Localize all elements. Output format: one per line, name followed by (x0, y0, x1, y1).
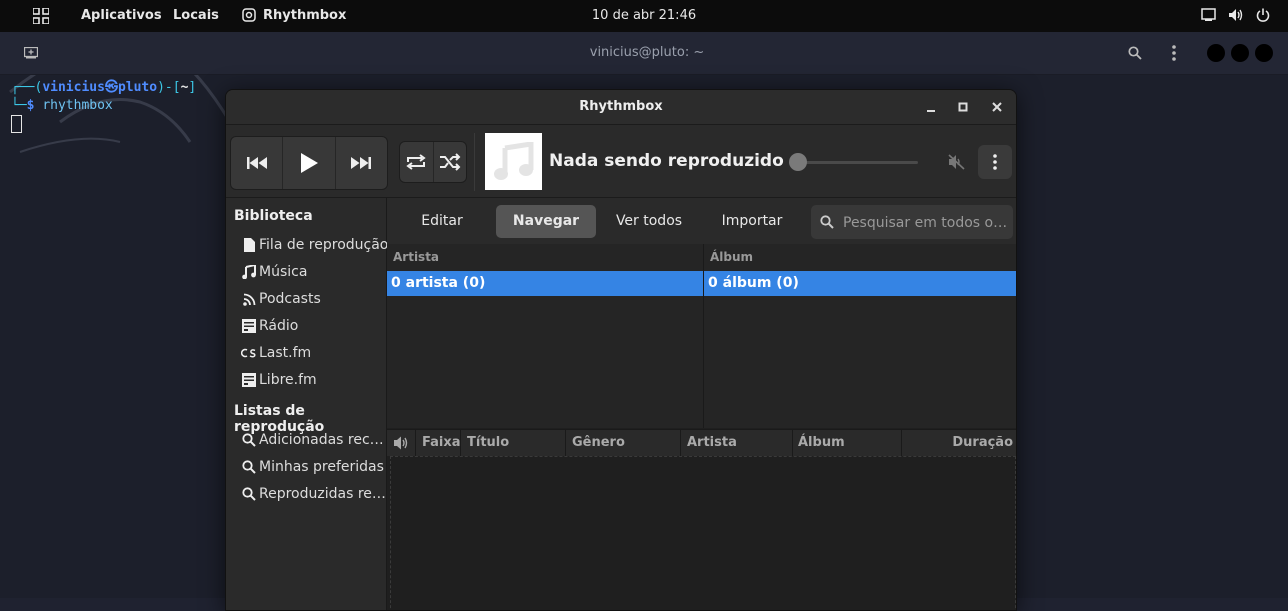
search-icon (242, 487, 256, 501)
shuffle-button[interactable] (434, 142, 467, 182)
source-sidebar: Biblioteca Fila de reprodução Música Pod… (226, 198, 388, 610)
terminal-output[interactable]: ┌──(vinicius㉿pluto)-[~] └─$ rhythmbox (11, 79, 196, 134)
album-pane[interactable]: Álbum 0 álbum (0) (704, 244, 1016, 428)
terminal-header-bar: vinicius@pluto: ~ (0, 32, 1288, 75)
sidebar-item-recently-played[interactable]: Reproduzidas re… (241, 484, 386, 504)
sidebar-item-librefm[interactable]: Libre.fm (241, 370, 317, 390)
rhythmbox-window: Rhythmbox Nada sendo reproduzido Bibliot… (225, 89, 1017, 611)
lastfm-icon (241, 348, 256, 358)
album-art (485, 133, 542, 190)
play-button[interactable] (283, 137, 336, 189)
power-icon[interactable] (1256, 8, 1270, 23)
next-button[interactable] (336, 137, 387, 189)
sidebar-item-lastfm[interactable]: Last.fm (241, 343, 311, 363)
document-icon (243, 238, 255, 252)
search-icon (242, 433, 256, 447)
rss-icon (242, 293, 255, 306)
radio-icon (242, 373, 256, 387)
album-column-header[interactable]: Álbum (710, 250, 753, 264)
library-browser: Artista 0 artista (0) Álbum 0 álbum (0) (387, 244, 1016, 428)
music-note-placeholder-icon (493, 141, 533, 180)
volume-icon[interactable] (1228, 8, 1244, 22)
main-content: Editar Navegar Ver todos Importar Artist… (387, 198, 1016, 610)
terminal-cursor (11, 115, 22, 133)
previous-icon (246, 157, 267, 169)
kebab-menu-icon (993, 154, 997, 170)
terminal-title: vinicius@pluto: ~ (589, 45, 705, 60)
screen-icon[interactable] (1201, 8, 1216, 22)
search-icon (242, 460, 256, 474)
kebab-menu-icon[interactable] (1172, 45, 1176, 61)
sidebar-item-favorites[interactable]: Minhas preferidas (241, 457, 384, 477)
column-track[interactable]: Faixa (422, 435, 461, 450)
seek-slider[interactable] (798, 161, 918, 164)
artist-column-header[interactable]: Artista (393, 250, 439, 264)
column-album[interactable]: Álbum (798, 435, 845, 450)
typed-command: rhythmbox (42, 98, 113, 113)
tab-import[interactable]: Importar (708, 205, 796, 238)
playing-indicator-icon (394, 436, 408, 450)
app-menu-button[interactable] (978, 145, 1012, 179)
search-input[interactable] (841, 205, 1013, 241)
previous-button[interactable] (231, 137, 284, 189)
clock[interactable]: 10 de abr 21:46 (0, 8, 1288, 23)
play-icon (300, 153, 318, 173)
now-playing-label: Nada sendo reproduzido (549, 151, 784, 171)
column-title[interactable]: Título (467, 435, 509, 450)
gnome-top-bar: Aplicativos Locais Rhythmbox 10 de abr 2… (0, 0, 1288, 32)
minimize-button[interactable] (1207, 44, 1225, 62)
repeat-button[interactable] (400, 142, 434, 182)
close-icon[interactable] (989, 99, 1005, 115)
sidebar-item-podcasts[interactable]: Podcasts (241, 289, 321, 309)
view-switcher: Editar Navegar Ver todos Importar (387, 198, 1016, 244)
transport-controls (230, 136, 388, 190)
music-note-icon (242, 265, 256, 279)
search-icon[interactable] (1128, 46, 1142, 60)
repeat-icon (406, 154, 426, 170)
sidebar-item-music[interactable]: Música (241, 262, 307, 282)
sidebar-item-recently-added[interactable]: Adicionadas rec… (241, 430, 384, 450)
column-artist[interactable]: Artista (687, 435, 737, 450)
prompt-line-2: └─$ rhythmbox (11, 98, 113, 113)
sidebar-item-radio[interactable]: Rádio (241, 316, 298, 336)
repeat-shuffle-controls (399, 141, 467, 183)
artist-pane[interactable]: Artista 0 artista (0) (387, 244, 704, 428)
maximize-icon[interactable] (955, 99, 971, 115)
column-duration[interactable]: Duração (952, 435, 1013, 450)
shuffle-icon (439, 153, 461, 171)
radio-icon (242, 319, 256, 333)
maximize-button[interactable] (1231, 44, 1249, 62)
tab-view-all[interactable]: Ver todos (606, 205, 692, 238)
search-icon (820, 215, 834, 229)
track-list[interactable] (390, 456, 1016, 610)
window-title: Rhythmbox (579, 99, 663, 114)
minimize-icon[interactable] (923, 99, 939, 115)
close-button[interactable] (1255, 44, 1273, 62)
toolbar-separator (474, 133, 475, 191)
tab-edit[interactable]: Editar (404, 205, 480, 238)
tracklist-header: Faixa Título Gênero Artista Álbum Duraçã… (387, 429, 1016, 456)
artist-selected-row[interactable]: 0 artista (0) (387, 271, 703, 296)
prompt-line-1: ┌──(vinicius㉿pluto)-[~] (11, 80, 197, 95)
search-box[interactable] (811, 205, 1013, 241)
rhythmbox-titlebar[interactable]: Rhythmbox (226, 90, 1016, 125)
next-icon (351, 157, 372, 169)
library-heading: Biblioteca (234, 208, 313, 224)
player-toolbar: Nada sendo reproduzido (226, 125, 1016, 198)
column-genre[interactable]: Gênero (572, 435, 625, 450)
album-selected-row[interactable]: 0 álbum (0) (704, 271, 1016, 296)
seek-slider-handle[interactable] (789, 153, 807, 171)
tab-browse[interactable]: Navegar (496, 205, 596, 238)
sidebar-item-play-queue[interactable]: Fila de reprodução (241, 235, 388, 255)
muted-volume-icon[interactable] (948, 154, 966, 170)
